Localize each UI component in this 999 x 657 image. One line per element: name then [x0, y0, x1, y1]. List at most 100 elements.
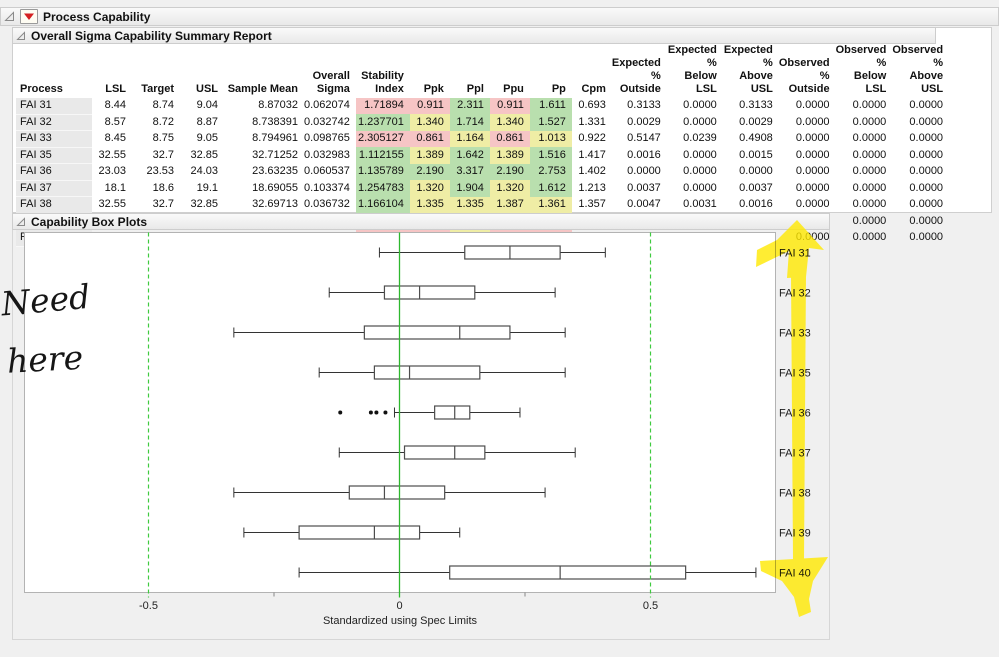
value-cell: 1.612 [530, 180, 572, 197]
table-row[interactable]: FAI 328.578.728.878.7383910.0327421.2377… [16, 114, 949, 131]
value-cell: 0.0000 [779, 230, 836, 247]
value-cell: 1.320 [490, 180, 530, 197]
value-cell: 1.331 [572, 114, 612, 131]
value-cell: 0.0000 [779, 147, 836, 164]
table-row[interactable]: FAI 4000.180.480.2951640.0881993.245830.… [16, 230, 949, 247]
value-cell: 1.213 [572, 180, 612, 197]
process-cell: FAI 35 [16, 147, 92, 164]
value-cell: 0.0000 [892, 230, 949, 247]
value-cell: 0.0000 [892, 114, 949, 131]
value-cell: 0.0000 [836, 114, 893, 131]
value-cell: 0.699 [410, 230, 450, 247]
value-cell: 0.907 [530, 230, 572, 247]
value-cell: 9.05 [180, 131, 224, 148]
value-cell: 0.3133 [612, 98, 667, 114]
process-cell: FAI 36 [16, 164, 92, 181]
process-cell: FAI 31 [16, 98, 92, 114]
column-header: LSL [92, 44, 132, 98]
table-row[interactable]: FAI 3718.118.619.118.690550.1033741.2547… [16, 180, 949, 197]
disclosure-triangle-icon[interactable] [16, 31, 26, 41]
value-cell: 1.112155 [356, 147, 410, 164]
value-cell: 32.55 [92, 147, 132, 164]
value-cell: 1.516 [530, 147, 572, 164]
value-cell: 0.0000 [667, 180, 723, 197]
value-cell: 0.0000 [779, 131, 836, 148]
value-cell: 1.387 [490, 197, 530, 214]
value-cell: 0 [92, 230, 132, 247]
column-header: Process [16, 44, 92, 98]
value-cell: 9.04 [180, 98, 224, 114]
table-header-row: ProcessLSLTargetUSLSample MeanOverall Si… [16, 44, 949, 98]
value-cell: 32.69713 [224, 197, 304, 214]
value-cell: 0.032983 [304, 147, 356, 164]
value-cell: 0.3133 [723, 98, 779, 114]
value-cell: 0.693 [572, 98, 612, 114]
value-cell: 0.0409 [667, 230, 723, 247]
value-cell: 32.55 [92, 197, 132, 214]
value-cell: 0.0000 [892, 197, 949, 214]
value-cell: 0.0000 [836, 98, 893, 114]
value-cell: 1.904 [450, 180, 490, 197]
value-cell: 0.414 [572, 230, 612, 247]
value-cell: 0.062074 [304, 98, 356, 114]
table-row[interactable]: FAI 3532.5532.732.8532.712520.0329831.11… [16, 147, 949, 164]
value-cell: 0.911 [490, 98, 530, 114]
process-cell: FAI 40 [16, 230, 92, 247]
table-row[interactable]: FAI 318.448.749.048.870320.0620741.71894… [16, 98, 949, 114]
value-cell: 1.389 [490, 147, 530, 164]
column-header: Sample Mean [224, 44, 304, 98]
value-cell: 2.753 [530, 164, 572, 181]
value-cell: 2.311 [450, 98, 490, 114]
table-row[interactable]: FAI 3623.0323.5324.0323.632350.0605371.1… [16, 164, 949, 181]
value-cell: 8.45 [92, 131, 132, 148]
section-title: Process Capability [43, 10, 150, 24]
value-cell: 1.164 [450, 131, 490, 148]
value-cell: 0.0000 [836, 164, 893, 181]
value-cell: 1.8465 [612, 230, 667, 247]
value-cell: 1.527 [530, 114, 572, 131]
column-header: Observed % Outside [779, 44, 836, 98]
value-cell: 0.036732 [304, 197, 356, 214]
value-cell: 1.714 [450, 114, 490, 131]
table-row[interactable]: FAI 338.458.759.058.7949610.0987652.3051… [16, 131, 949, 148]
process-cell: FAI 37 [16, 180, 92, 197]
value-cell: 0.0037 [612, 180, 667, 197]
value-cell: 2.190 [410, 164, 450, 181]
value-cell: 0.295164 [224, 230, 304, 247]
value-cell: 0.0000 [892, 131, 949, 148]
value-cell: 0.0015 [723, 147, 779, 164]
column-header: Observed % Above USL [892, 44, 949, 98]
value-cell: 1.642 [450, 147, 490, 164]
value-cell: 1.320 [410, 180, 450, 197]
value-cell: 0.0000 [836, 213, 893, 230]
value-cell: 0.48 [180, 230, 224, 247]
column-header: Ppl [450, 44, 490, 98]
value-cell: 32.7 [132, 197, 180, 214]
value-cell: 0.088199 [304, 230, 356, 247]
disclosure-triangle-icon[interactable] [16, 217, 26, 227]
value-cell: 0.0000 [667, 147, 723, 164]
value-cell: 0.0000 [892, 180, 949, 197]
value-cell: 1.417 [572, 147, 612, 164]
value-cell: 0.0000 [667, 98, 723, 114]
value-cell: 1.013 [530, 131, 572, 148]
value-cell: 8.738391 [224, 114, 304, 131]
table-row[interactable]: FAI 3832.5532.732.8532.697130.0367321.16… [16, 197, 949, 214]
column-header: Cpm [572, 44, 612, 98]
value-cell: 0.0000 [612, 164, 667, 181]
value-cell: 8.72 [132, 114, 180, 131]
value-cell: 1.135789 [356, 164, 410, 181]
value-cell: 1.361 [530, 197, 572, 214]
value-cell: 0.0029 [612, 114, 667, 131]
value-cell: 0.0000 [836, 147, 893, 164]
value-cell: 0.0000 [779, 164, 836, 181]
column-header: Expected % Above USL [723, 44, 779, 98]
value-cell: 18.1 [92, 180, 132, 197]
value-cell: 0.0000 [779, 180, 836, 197]
value-cell: 8.57 [92, 114, 132, 131]
red-triangle-menu-button[interactable] [20, 9, 38, 24]
process-cell: FAI 33 [16, 131, 92, 148]
outline-header-summary-report: Overall Sigma Capability Summary Report [12, 27, 936, 44]
disclosure-triangle-icon[interactable] [4, 11, 15, 22]
section-title: Capability Box Plots [31, 215, 147, 229]
